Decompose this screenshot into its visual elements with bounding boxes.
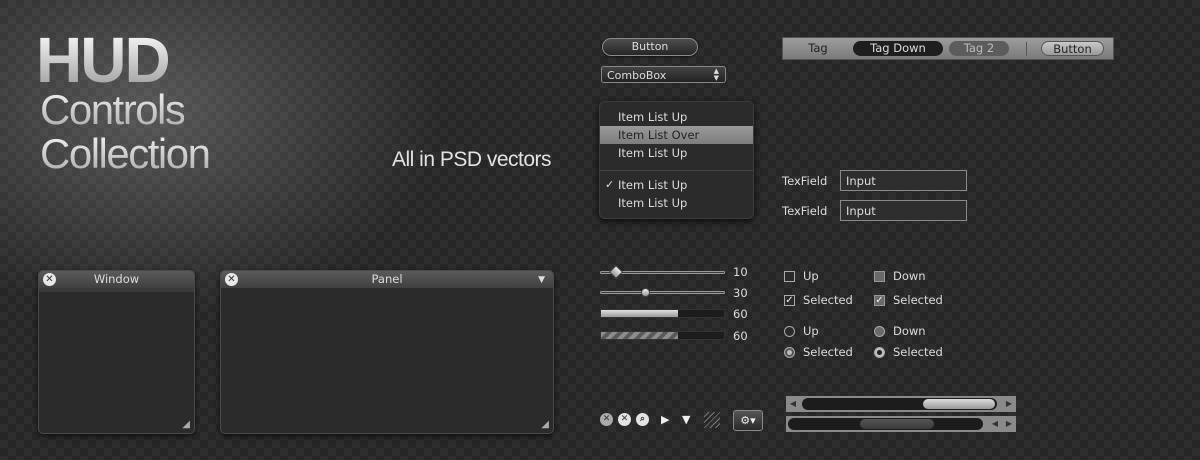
text-input[interactable]: Input (840, 170, 967, 191)
arrow-right-icon[interactable]: ▶ (1002, 416, 1016, 432)
horizontal-scrollbar[interactable]: ◀ ▶ (786, 416, 1016, 432)
window-toolbar-strip (39, 288, 194, 292)
arrow-left-icon[interactable]: ◀ (786, 396, 800, 412)
menu-item[interactable]: Item List Up (600, 144, 753, 162)
horizontal-scrollbar[interactable]: ◀ ▶ (786, 396, 1016, 412)
tag-bar-button[interactable]: Button (1041, 41, 1104, 56)
textfield-label: TexField (782, 204, 828, 218)
menu-item-label: Item List Up (618, 178, 688, 192)
menu-item-over[interactable]: Item List Over (600, 126, 753, 144)
progress-fill (601, 310, 679, 317)
arrow-right-icon[interactable]: ▶ (1002, 396, 1016, 412)
tag-1[interactable]: Tag (799, 41, 837, 56)
text-input[interactable]: Input (840, 200, 967, 221)
panel-title: Panel (371, 272, 403, 286)
checkbox-up[interactable] (784, 271, 795, 282)
checkbox-label: Selected (803, 293, 853, 307)
scrollbar-track[interactable] (788, 418, 983, 430)
radio-label: Selected (893, 345, 943, 359)
triangle-down-icon[interactable]: ▼ (538, 272, 545, 289)
radio-down[interactable] (874, 326, 885, 337)
window: ✕ Window ◢ (38, 270, 195, 434)
radio-selected[interactable] (784, 347, 795, 358)
checkbox-down[interactable] (874, 271, 885, 282)
window-titlebar[interactable]: ✕ Window (39, 271, 194, 288)
tag-divider (1026, 42, 1027, 56)
menu-separator (600, 170, 753, 171)
menu-item[interactable]: Item List Up (600, 194, 753, 212)
checkbox-label: Up (803, 269, 819, 283)
search-icon[interactable]: ⌕ (636, 413, 649, 426)
radio-selected-down[interactable] (874, 347, 885, 358)
progress-stripe-fill (601, 332, 679, 339)
gear-icon: ⚙▾ (740, 414, 756, 427)
close-circle-icon[interactable]: ✕ (600, 413, 613, 426)
dropdown-menu: Item List Up Item List Over Item List Up… (599, 101, 754, 219)
checkbox-selected[interactable]: ✓ (784, 295, 795, 306)
radio-up[interactable] (784, 326, 795, 337)
radio-label: Selected (803, 345, 853, 359)
radio-label: Up (803, 324, 819, 338)
close-circle-dark-icon[interactable]: ✕ (618, 413, 631, 426)
triangle-down-icon[interactable]: ▼ (682, 413, 690, 426)
menu-item-checked[interactable]: ✓ Item List Up (600, 176, 753, 194)
progress-bar-indeterminate (600, 331, 725, 340)
checkbox-selected-down[interactable]: ✓ (874, 295, 885, 306)
resize-grip-icon[interactable]: ◢ (541, 419, 549, 430)
arrow-left-icon[interactable]: ◀ (988, 416, 1002, 432)
checkmark-icon: ✓ (605, 178, 615, 191)
progress-value: 60 (733, 329, 748, 343)
tag-2[interactable]: Tag 2 (949, 41, 1009, 56)
scrollbar-thumb[interactable] (860, 419, 935, 429)
slider-value: 30 (733, 286, 748, 300)
scrollbar-thumb[interactable] (922, 399, 996, 409)
slider-knob[interactable] (641, 288, 650, 297)
close-icon[interactable]: ✕ (225, 273, 238, 286)
title-collection: Collection (40, 130, 211, 177)
play-icon[interactable]: ▶ (661, 413, 669, 426)
panel: ✕ Panel ▼ ◢ (220, 270, 554, 434)
textfield-label: TexField (782, 174, 828, 188)
checkbox-label: Down (893, 269, 926, 283)
progress-value: 60 (733, 307, 748, 321)
combobox-value: ComboBox (607, 69, 667, 82)
title-controls: Controls (40, 86, 186, 133)
slider-knob[interactable] (609, 264, 624, 280)
slider-track[interactable] (600, 291, 725, 294)
checkbox-label: Selected (893, 293, 943, 307)
resize-grip-icon[interactable]: ◢ (182, 419, 190, 430)
radio-label: Down (893, 324, 926, 338)
hud-button[interactable]: Button (602, 38, 698, 56)
updown-arrows-icon: ▲ ▼ (713, 67, 719, 82)
subtitle: All in PSD vectors (392, 148, 552, 171)
slider-value: 10 (733, 265, 748, 279)
title-hud: HUD (36, 24, 171, 96)
tag-down[interactable]: Tag Down (853, 41, 943, 56)
menu-item[interactable]: Item List Up (600, 108, 753, 126)
close-icon[interactable]: ✕ (43, 273, 56, 286)
gear-menu-button[interactable]: ⚙▾ (733, 410, 763, 431)
resize-grip-icon (704, 412, 720, 428)
tag-bar: Tag Tag Down Tag 2 Button (782, 37, 1114, 60)
window-title: Window (93, 272, 140, 286)
panel-titlebar[interactable]: ✕ Panel ▼ (221, 271, 553, 288)
scrollbar-track[interactable] (802, 398, 997, 410)
progress-bar (600, 309, 725, 318)
combobox[interactable]: ComboBox ▲ ▼ (601, 66, 726, 83)
